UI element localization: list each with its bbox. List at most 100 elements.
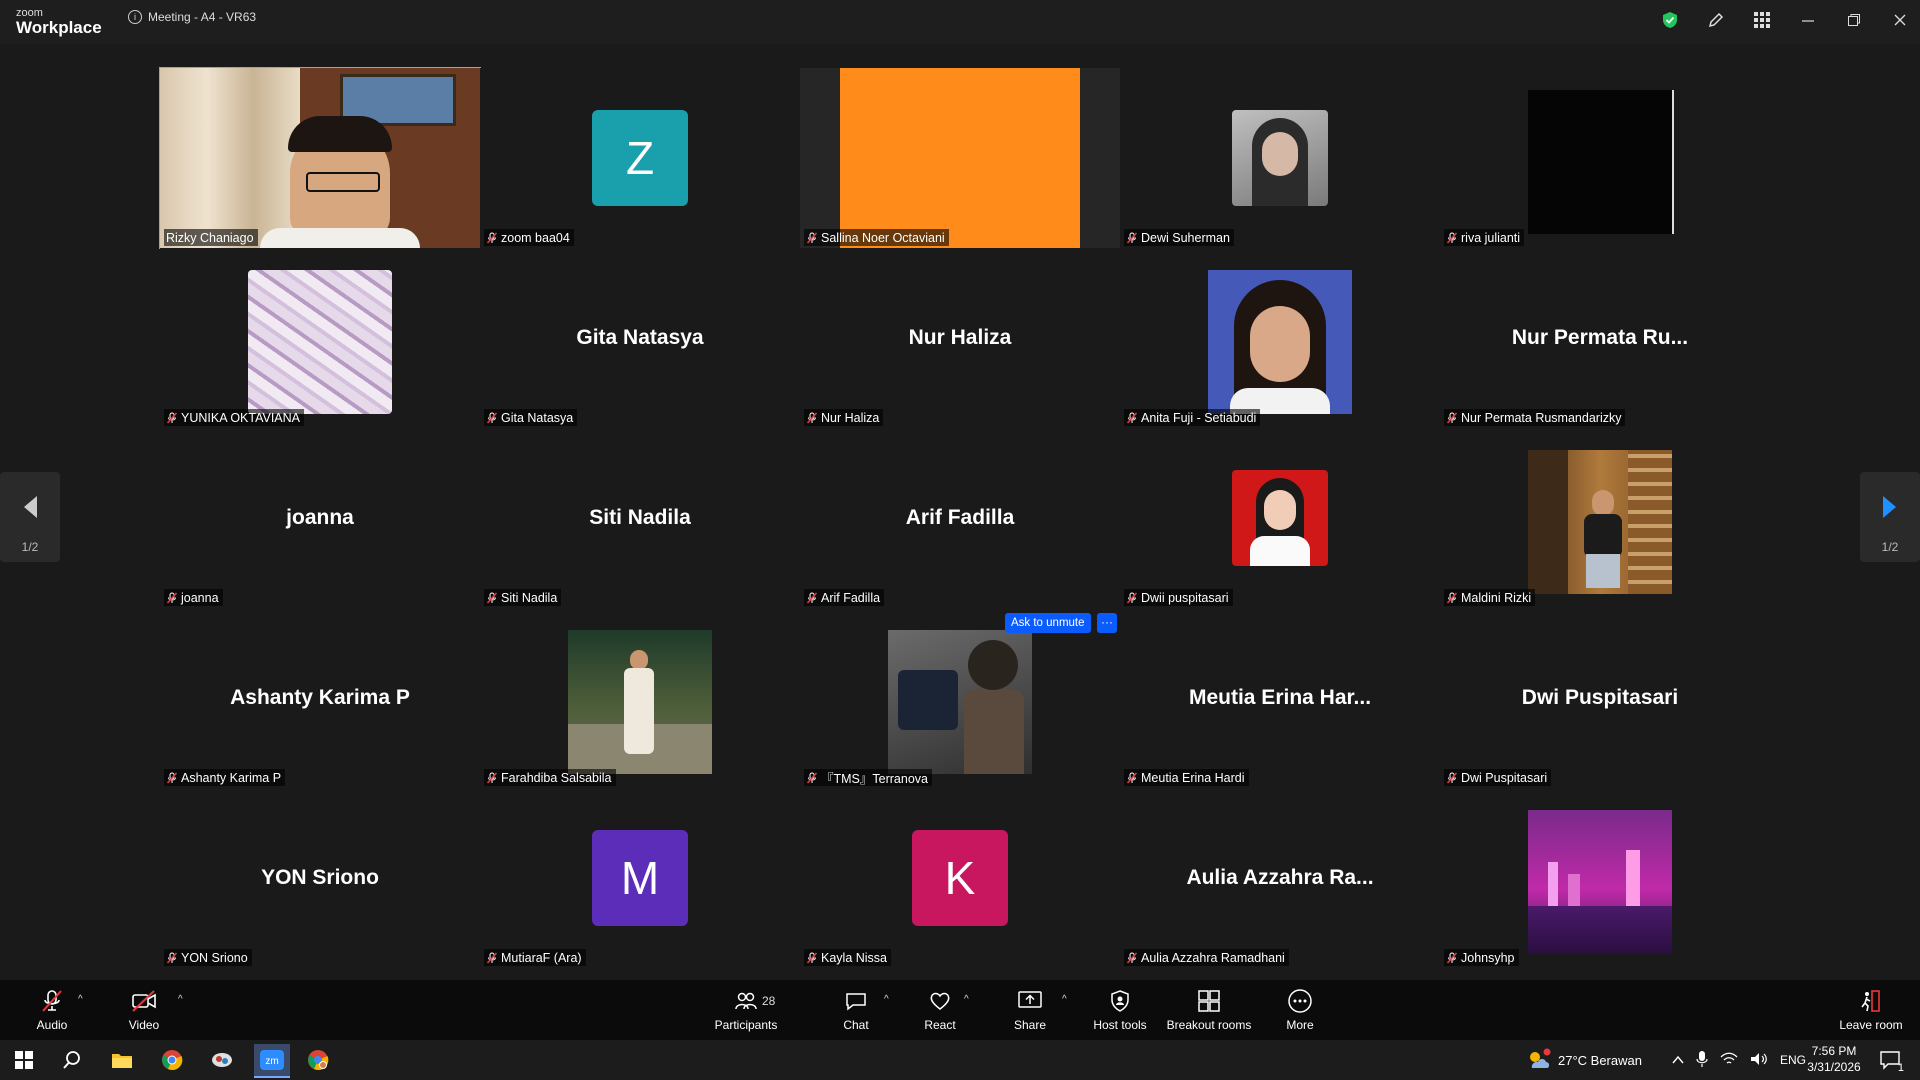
titlebar-icons: [1660, 10, 1910, 30]
mic-muted-icon: [166, 411, 178, 424]
participant-name: riva julianti: [1461, 230, 1521, 245]
ask-to-unmute-button[interactable]: Ask to unmute: [1005, 613, 1091, 633]
participant-tile[interactable]: Sallina Noer Octaviani: [800, 68, 1120, 248]
video-button[interactable]: Video: [122, 980, 166, 1040]
mic-muted-icon: [1126, 231, 1138, 244]
apps-grid-icon[interactable]: [1752, 10, 1772, 30]
participant-tile[interactable]: Anita Fuji - Setiabudi: [1120, 248, 1440, 428]
participant-name: zoom baa04: [501, 230, 570, 245]
mic-muted-icon: [1446, 231, 1458, 244]
clock-date: 3/31/2026: [1807, 1060, 1861, 1074]
restore-icon[interactable]: [1844, 10, 1864, 30]
participant-tile[interactable]: Rizky Chaniago: [159, 67, 481, 249]
chat-icon: [844, 988, 868, 1014]
chrome-profile-icon[interactable]: [304, 1046, 332, 1074]
participant-name-label: Sallina Noer Octaviani: [804, 229, 949, 246]
search-icon[interactable]: [58, 1046, 86, 1074]
participant-tile[interactable]: Meutia Erina Har... Meutia Erina Hardi: [1120, 608, 1440, 788]
participant-name-label: YUNIKA OKTAVIANA: [164, 409, 305, 426]
svg-text:zm: zm: [265, 1056, 278, 1067]
participant-tile[interactable]: riva julianti: [1440, 68, 1760, 248]
participant-tile[interactable]: Dewi Suherman: [1120, 68, 1440, 248]
shield-check-icon[interactable]: [1660, 10, 1680, 30]
microphone-icon[interactable]: [1696, 1050, 1708, 1071]
more-button[interactable]: More: [1280, 980, 1320, 1040]
participant-tile[interactable]: Dwii puspitasari: [1120, 428, 1440, 608]
leave-room-button[interactable]: Leave room: [1836, 980, 1906, 1040]
weather-widget[interactable]: 27°C Berawan: [1526, 1040, 1642, 1080]
mic-muted-icon: [1126, 771, 1138, 784]
host-tools-button[interactable]: Host tools: [1090, 980, 1150, 1040]
meeting-toolbar: Audio ^ Video ^ Participants 28 Chat ^ R…: [0, 980, 1920, 1040]
participant-tile[interactable]: joanna joanna: [160, 428, 480, 608]
participant-tile[interactable]: Gita Natasya Gita Natasya: [480, 248, 800, 428]
participant-tile[interactable]: Ashanty Karima P Ashanty Karima P: [160, 608, 480, 788]
participant-display-name: Gita Natasya: [576, 326, 704, 349]
react-button[interactable]: React: [920, 980, 960, 1040]
weather-cloud-icon: [1530, 1048, 1551, 1068]
participant-name-label: Dewi Suherman: [1124, 229, 1234, 246]
windows-taskbar: zm 27°C Berawan ENG 7:56 PM 3/31/2026 1: [0, 1040, 1920, 1080]
participant-tile[interactable]: Maldini Rizki: [1440, 428, 1760, 608]
clock[interactable]: 7:56 PM 3/31/2026: [1806, 1043, 1862, 1075]
participant-name: Dewi Suherman: [1141, 230, 1230, 245]
participant-tile[interactable]: Siti Nadila Siti Nadila: [480, 428, 800, 608]
next-page-button[interactable]: 1/2: [1860, 472, 1920, 562]
participant-tile[interactable]: M MutiaraF (Ara): [480, 788, 800, 968]
breakout-rooms-icon: [1197, 988, 1221, 1014]
participants-button[interactable]: Participants: [712, 980, 780, 1040]
close-icon[interactable]: [1890, 10, 1910, 30]
file-explorer-icon[interactable]: [108, 1046, 136, 1074]
video-options-caret[interactable]: ^: [178, 994, 183, 1005]
participant-tile[interactable]: YUNIKA OKTAVIANA: [160, 248, 480, 428]
speaker-icon[interactable]: [1750, 1052, 1768, 1069]
participant-tile[interactable]: Aulia Azzahra Ra... Aulia Azzahra Ramadha…: [1120, 788, 1440, 968]
chrome-icon[interactable]: [158, 1046, 186, 1074]
info-icon[interactable]: i: [128, 10, 142, 24]
participant-tile[interactable]: Nur Permata Ru... Nur Permata Rusmandariz…: [1440, 248, 1760, 428]
chevron-up-icon[interactable]: [1672, 1053, 1684, 1068]
participant-tile[interactable]: K Kayla Nissa: [800, 788, 1120, 968]
minimize-icon[interactable]: [1798, 10, 1818, 30]
meeting-info[interactable]: i Meeting - A4 - VR63: [128, 10, 256, 24]
breakout-rooms-button[interactable]: Breakout rooms: [1164, 980, 1254, 1040]
participant-tile[interactable]: YON Sriono YON Sriono: [160, 788, 480, 968]
participant-tile[interactable]: Johnsyhp: [1440, 788, 1760, 968]
participant-name-label: Dwii puspitasari: [1124, 589, 1233, 606]
participant-display-name: Siti Nadila: [589, 506, 691, 529]
participant-name-label: Johnsyhp: [1444, 949, 1519, 966]
notification-icon[interactable]: 1: [1876, 1046, 1904, 1074]
share-button[interactable]: Share: [1010, 980, 1050, 1040]
participant-name-label: Gita Natasya: [484, 409, 578, 426]
participant-name: Nur Haliza: [821, 410, 880, 425]
participant-name-label: Arif Fadilla: [804, 589, 885, 606]
mic-muted-icon: [486, 591, 498, 604]
zoom-taskbar-icon[interactable]: zm: [254, 1044, 290, 1078]
participant-name-label: MutiaraF (Ara): [484, 949, 586, 966]
language-indicator[interactable]: ENG: [1780, 1053, 1806, 1067]
prev-page-button[interactable]: 1/2: [0, 472, 60, 562]
chat-label: Chat: [843, 1018, 869, 1032]
participants-count: 28: [762, 994, 776, 1008]
audio-options-caret[interactable]: ^: [78, 994, 83, 1005]
participant-tile[interactable]: Farahdiba Salsabila: [480, 608, 800, 788]
page-indicator: 1/2: [1881, 540, 1899, 554]
mic-muted-icon: [486, 951, 498, 964]
mic-muted-icon: [806, 951, 818, 964]
tile-more-button[interactable]: ···: [1097, 613, 1117, 633]
participant-tile[interactable]: 『TMS』Terranova: [800, 608, 1120, 788]
pencil-icon[interactable]: [1706, 10, 1726, 30]
mic-muted-icon: [166, 771, 178, 784]
participant-tile[interactable]: Dwi Puspitasari Dwi Puspitasari: [1440, 608, 1760, 788]
chat-button[interactable]: Chat: [838, 980, 874, 1040]
participant-tile[interactable]: Zzoom baa04: [480, 68, 800, 248]
react-options-caret[interactable]: ^: [964, 994, 969, 1005]
wifi-icon[interactable]: [1720, 1052, 1738, 1069]
participant-tile[interactable]: Arif Fadilla Arif Fadilla: [800, 428, 1120, 608]
participant-tile[interactable]: Nur Haliza Nur Haliza: [800, 248, 1120, 428]
chat-options-caret[interactable]: ^: [884, 994, 889, 1005]
app-icon[interactable]: [208, 1046, 236, 1074]
audio-button[interactable]: Audio: [30, 980, 74, 1040]
windows-start-icon[interactable]: [10, 1046, 38, 1074]
share-options-caret[interactable]: ^: [1062, 994, 1067, 1005]
